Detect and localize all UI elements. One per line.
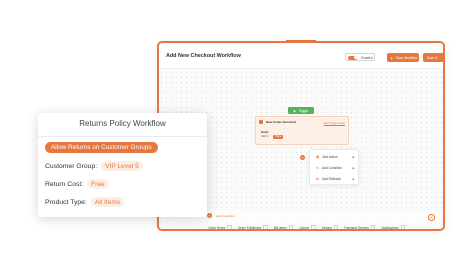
plus-icon: + [207,213,212,218]
action-icon: ▦ [316,154,320,159]
trigger-button[interactable]: ▶ Trigger [288,107,314,114]
menu-item-label: Add Rollback [322,176,341,181]
add-condition-button[interactable]: + Add Condition [207,213,235,218]
chevron-down-icon: ↕ [227,225,232,230]
menu-item-label: Add Action [322,154,338,159]
add-step-icon[interactable]: + [300,155,305,160]
chip-label: Refund [321,226,332,230]
card-divider [38,136,207,137]
product-type-value[interactable]: All Items [90,197,125,207]
node-title: New Order Received [266,120,297,124]
chip-label: Order Fulfillment [237,226,262,230]
chevron-right-icon: ▶ [352,165,355,170]
chip-notifications[interactable]: Notifications ↕ [380,224,407,230]
close-icon[interactable]: × [428,214,435,221]
chip-label: Payment Options [344,226,369,230]
chip-label: Cancel [299,226,310,230]
chip-cancel[interactable]: Cancel ↕ [298,224,317,230]
save-icon: ▸ [391,55,393,60]
enabled-toggle[interactable]: Enabled [345,53,375,61]
condition-chips: Order Roles ↕ Order Fulfillment ↕ Bill Ite… [161,224,441,230]
save-extra-button[interactable]: Save & [423,53,443,62]
chip-bill-items[interactable]: Bill Items ↕ [272,224,295,230]
menu-item-label: Add Condition [322,165,343,170]
chip-order-roles[interactable]: Order Roles ↕ [207,224,233,230]
screenshot-stage: Add New Checkout Workflow Enabled ▸ Save… [0,0,466,272]
save-workflow-label: Save Workflow [395,55,418,60]
allow-returns-button[interactable]: Allow Returns on Customer Groups [45,142,158,153]
card-title: Returns Policy Workflow [79,119,166,128]
return-cost-label: Return Cost: [45,180,84,188]
trigger-node[interactable]: New Order Received Add Trigger Filter Or… [255,116,349,145]
cart-icon [259,120,263,124]
returns-policy-card: Returns Policy Workflow Allow Returns on… [38,113,207,217]
customer-group-row: Customer Group: VIP Level 5 [45,161,143,171]
chip-label: Order Roles [208,226,226,230]
toggle-knob [348,55,357,60]
chip-payment-options[interactable]: Payment Options ↕ [343,224,377,230]
chip-order-fulfillment[interactable]: Order Fulfillment ↕ [236,224,269,230]
chevron-down-icon: ↕ [333,225,339,230]
customer-group-value[interactable]: VIP Level 5 [101,161,143,171]
save-workflow-button[interactable]: ▸ Save Workflow [387,53,419,62]
window-header: Add New Checkout Workflow Enabled ▸ Save… [159,43,443,69]
product-type-label: Product Type: [45,198,87,206]
play-icon: ▶ [293,108,297,113]
return-cost-row: Return Cost: Free [45,179,109,189]
chip-refund[interactable]: Refund ↕ [320,224,340,230]
menu-item-add-rollback[interactable]: ⇄ Add Rollback ▶ [310,173,358,184]
menu-item-add-action[interactable]: ▦ Add Action ▶ [310,151,358,162]
workflow-title: Add New Checkout Workflow [166,53,241,59]
add-step-menu: ▦ Add Action ▶ ⋔ Add Condition ▶ ⇄ Add R… [309,149,359,185]
chevron-down-icon: ↕ [400,225,406,230]
product-type-row: Product Type: All Items [45,197,125,207]
chevron-down-icon: ↕ [263,225,268,230]
rollback-icon: ⇄ [316,176,320,181]
chevron-down-icon: ↕ [311,225,316,230]
chip-label: Notifications [381,226,399,230]
condition-icon: ⋔ [316,165,320,170]
node-field-label: Order [261,130,269,134]
node-sub-value: Stripe [273,134,284,139]
return-cost-value[interactable]: Free [87,179,109,189]
chevron-down-icon: ↕ [370,225,376,230]
trigger-label: Trigger [298,108,309,113]
node-sub-label: Paid In [261,135,270,138]
node-header: New Order Received [259,120,296,124]
add-condition-label: Add Condition [216,213,235,218]
add-trigger-filter-link[interactable]: Add Trigger Filter [324,121,345,125]
chip-label: Bill Items [273,226,287,230]
save-extra-label: Save & [427,55,438,60]
chevron-right-icon: ▶ [352,176,355,181]
toggle-label: Enabled [361,55,373,60]
chevron-down-icon: ↕ [288,225,294,230]
menu-item-add-condition[interactable]: ⋔ Add Condition ▶ [310,162,358,173]
chevron-right-icon: ▶ [352,154,355,159]
customer-group-label: Customer Group: [45,162,98,170]
